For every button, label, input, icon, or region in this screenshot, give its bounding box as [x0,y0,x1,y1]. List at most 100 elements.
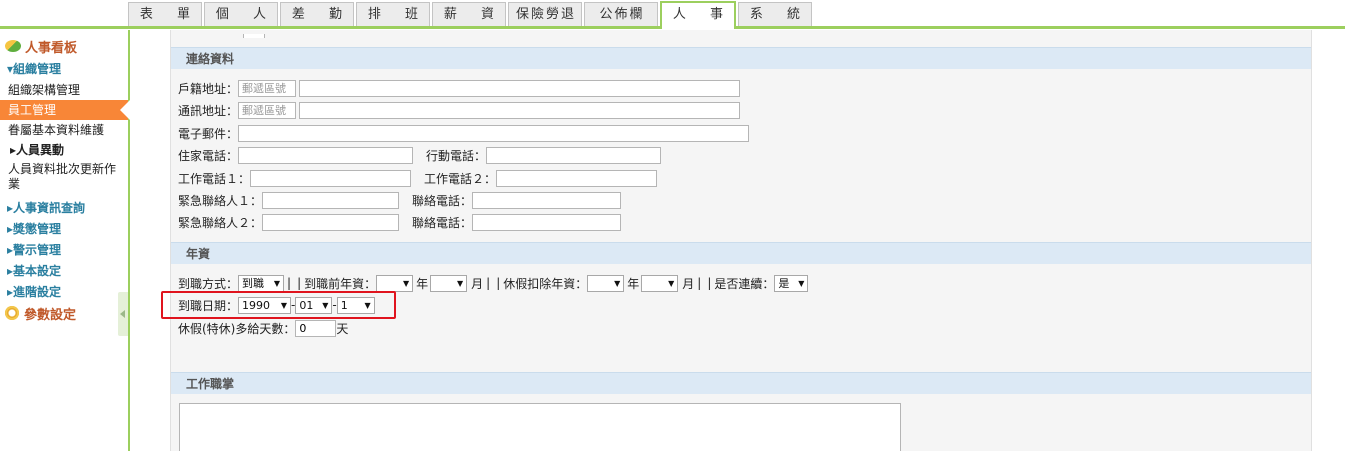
leave-deduct-label: 休假扣除年資： [503,276,588,291]
emergency2-input[interactable] [262,213,400,231]
emergency2-phone-label: 聯絡電話： [412,215,473,230]
seniority-options-row: 到職方式： 到職 ▼ | | 到職前年資： ▼ 年 ▼ 月 | | 休假扣除年資： ▼… [178,273,809,293]
email-input[interactable] [238,124,750,142]
pre-seniority-label: 到職前年資： [304,276,377,291]
arrival-mode-select[interactable]: 到職 ▼ [238,274,285,292]
pre-seniority-year-select[interactable]: ▼ [376,274,414,292]
year-unit: 年 [627,276,640,291]
work-phone1-input[interactable] [250,169,412,187]
work-phone2-input[interactable] [496,169,658,187]
divider: | [697,276,702,290]
tab-bulletin[interactable]: 公佈欄 [584,2,658,26]
scrolled-row-fragment [179,30,265,38]
tab-scheduling[interactable]: 排 班 [356,2,430,26]
emergency2-phone-input[interactable] [472,213,622,231]
dashboard-icon [5,40,21,52]
gear-icon [5,306,19,320]
phone-row: 住家電話： 行動電話： [178,145,662,165]
divider: | [486,276,491,290]
arrival-mode-label: 到職方式： [178,276,239,291]
tab-list: 表 單 個 人 差 勤 排 班 薪 資 保險勞退 公佈欄 人 事 系 統 [128,1,814,29]
sidebar-group-notice[interactable]: ▸警示管理 [0,240,128,261]
tab-forms[interactable]: 表 單 [128,2,202,26]
emergency1-row: 緊急聯絡人１： 聯絡電話： [178,190,622,210]
email-row: 電子郵件： [178,123,750,143]
tab-insurance[interactable]: 保險勞退 [508,2,582,26]
tab-personal[interactable]: 個 人 [204,2,278,26]
tab-hr[interactable]: 人 事 [660,1,736,29]
chevron-down-icon: ▼ [402,278,410,288]
home-phone-label: 住家電話： [178,148,239,163]
divider: | [297,276,302,290]
email-label: 電子郵件： [178,126,239,141]
leave-deduct-month-select[interactable]: ▼ [641,274,679,292]
sidebar-group-org[interactable]: ▾組織管理 [0,59,128,80]
home-address-input[interactable] [299,79,741,97]
mail-address-label: 通訊地址： [178,103,239,118]
extra-days-label: 休假(特休)多給天數： [178,321,296,336]
mobile-label: 行動電話： [426,148,487,163]
section-duty-title: 工作職掌 [171,372,1311,394]
continuous-value: 是 [778,277,790,290]
emergency1-phone-label: 聯絡電話： [412,193,473,208]
mobile-input[interactable] [486,146,662,164]
sidebar-item-family[interactable]: 眷屬基本資料維護 [0,120,128,140]
pre-seniority-month-select[interactable]: ▼ [430,274,468,292]
emergency2-row: 緊急聯絡人２： 聯絡電話： [178,212,622,232]
sidebar-group-query[interactable]: ▸人事資訊查詢 [0,198,128,219]
highlight-box [161,291,396,319]
sidebar-item-org-structure[interactable]: 組織架構管理 [0,80,128,100]
duty-textarea[interactable] [179,403,901,451]
day-unit: 天 [336,321,349,336]
mail-zip-input[interactable] [238,101,297,119]
divider: | [287,276,292,290]
sidebar-params-label: 參數設定 [24,307,77,323]
extra-days-input[interactable] [295,319,337,337]
sidebar-header-label: 人事看板 [25,40,78,56]
section-seniority-title: 年資 [171,242,1311,264]
sidebar-group-advanced[interactable]: ▸進階設定 [0,282,128,303]
divider: | [707,276,712,290]
month-unit: 月 [471,276,484,291]
tab-attendance[interactable]: 差 勤 [280,2,354,26]
leave-deduct-year-select[interactable]: ▼ [587,274,625,292]
chevron-down-icon: ▼ [273,278,281,288]
divider: | [496,276,501,290]
sidebar-collapse-handle[interactable] [118,292,128,336]
main-content: 連絡資料 戶籍地址： 通訊地址： 電子郵件： 住家電話： 行動電話： 工作電話１… [170,30,1312,451]
chevron-down-icon: ▼ [456,278,464,288]
chevron-down-icon: ▼ [798,278,805,288]
sidebar-item-batch-update[interactable]: 人員資料批次更新作業 [0,160,128,194]
chevron-down-icon: ▼ [668,278,675,288]
sidebar-header[interactable]: 人事看板 [0,36,128,56]
emergency1-label: 緊急聯絡人１： [178,193,263,208]
work-phone1-label: 工作電話１： [178,171,251,186]
sidebar-params[interactable]: 參數設定 [0,303,128,323]
home-phone-input[interactable] [238,146,414,164]
emergency1-phone-input[interactable] [472,191,622,209]
sidebar: 人事看板 ▾組織管理 組織架構管理 員工管理 眷屬基本資料維護 ▸人員異動 人員… [0,30,130,451]
sidebar-group-basic[interactable]: ▸基本設定 [0,261,128,282]
tab-system[interactable]: 系 統 [738,2,812,26]
extra-days-row: 休假(特休)多給天數： 天 [178,318,348,338]
home-address-label: 戶籍地址： [178,81,239,96]
arrival-mode-value: 到職 [242,277,265,290]
emergency1-input[interactable] [262,191,400,209]
work-phone-row: 工作電話１： 工作電話２： [178,168,658,188]
top-nav: 表 單 個 人 差 勤 排 班 薪 資 保險勞退 公佈欄 人 事 系 統 [0,0,1345,30]
sidebar-item-employee[interactable]: 員工管理 [0,100,130,120]
sidebar-sub-changes[interactable]: ▸人員異動 [0,140,128,160]
chevron-down-icon: ▼ [614,278,621,288]
mail-address-input[interactable] [299,101,741,119]
month-unit: 月 [682,276,695,291]
sidebar-group-reward[interactable]: ▸獎懲管理 [0,219,128,240]
home-address-row: 戶籍地址： [178,78,741,98]
year-unit: 年 [416,276,429,291]
continuous-select[interactable]: 是 ▼ [774,274,809,292]
mail-address-row: 通訊地址： [178,100,741,120]
continuous-label: 是否連續： [714,276,775,291]
home-zip-input[interactable] [238,79,297,97]
tab-payroll[interactable]: 薪 資 [432,2,506,26]
work-phone2-label: 工作電話２： [424,171,497,186]
section-contact-title: 連絡資料 [171,47,1311,69]
